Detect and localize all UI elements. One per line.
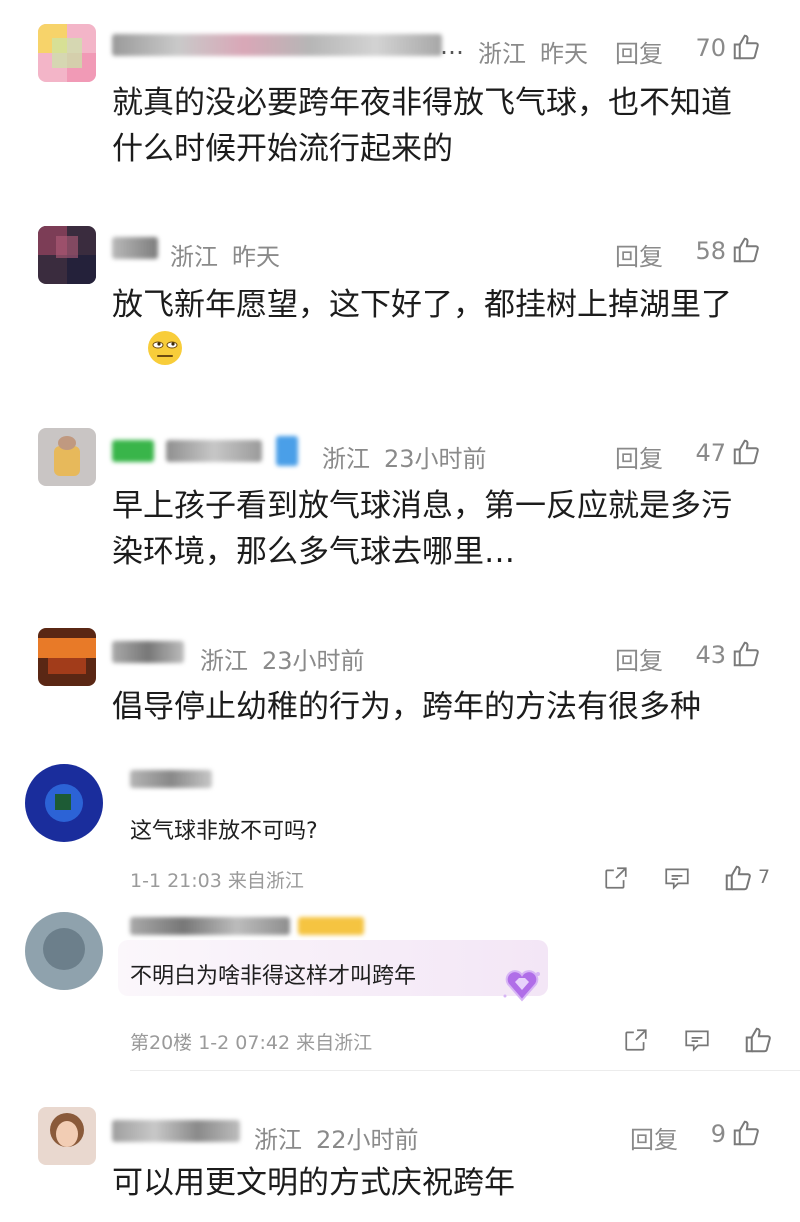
comment-time: 昨天 <box>540 40 588 68</box>
comment-time: 22小时前 <box>316 1126 419 1154</box>
avatar[interactable] <box>38 1107 96 1165</box>
reply-button[interactable]: 回复 <box>615 237 663 272</box>
reply-button[interactable]: 回复 <box>630 1120 678 1155</box>
like-count[interactable]: 43 <box>680 641 726 669</box>
thumb-up-icon[interactable] <box>731 437 761 467</box>
comment-text: 不明白为啥非得这样才叫跨年 <box>130 964 417 989</box>
like-count[interactable]: 47 <box>680 439 726 467</box>
badge-icon <box>112 440 154 462</box>
comment-time: 23小时前 <box>262 647 365 675</box>
share-icon[interactable] <box>603 865 629 891</box>
avatar[interactable] <box>25 912 103 990</box>
member-badge <box>298 917 364 935</box>
thumb-up-icon[interactable] <box>731 1118 761 1148</box>
avatar[interactable] <box>38 428 96 486</box>
avatar[interactable] <box>38 628 96 686</box>
reply-button[interactable]: 回复 <box>615 439 663 474</box>
share-icon[interactable] <box>623 1027 649 1053</box>
comment-text: 倡导停止幼稚的行为，跨年的方法有很多种 <box>112 689 701 725</box>
comment-text: 放飞新年愿望，这下好了，都挂树上掉湖里了 <box>112 287 732 323</box>
thumb-up-icon[interactable] <box>731 32 761 62</box>
reply-button[interactable]: 回复 <box>615 641 663 676</box>
avatar[interactable] <box>25 764 103 842</box>
username-blurred[interactable] <box>130 917 290 935</box>
heart-gem-icon <box>503 970 540 1002</box>
comment-meta: 1-1 21:03 来自浙江 <box>130 870 304 892</box>
comment-text: 早上孩子看到放气球消息，第一反应就是多污染环境，那么多气球去哪里… <box>112 488 732 570</box>
comment-location: 浙江 <box>322 445 370 473</box>
like-count[interactable]: 58 <box>680 237 726 265</box>
comment-icon[interactable] <box>663 865 691 891</box>
comment-location: 浙江 <box>478 40 526 68</box>
username-blurred[interactable] <box>130 770 212 788</box>
comment-text: 可以用更文明的方式庆祝跨年 <box>112 1165 515 1201</box>
comment-location: 浙江 <box>200 647 248 675</box>
avatar[interactable] <box>38 24 96 82</box>
username-ellipsis: … <box>440 32 464 60</box>
username-blurred[interactable] <box>166 440 262 462</box>
rolling-eyes-emoji-icon <box>148 331 182 365</box>
reply-button[interactable]: 回复 <box>615 34 663 69</box>
username-blurred[interactable] <box>112 237 158 259</box>
thumb-up-icon[interactable] <box>731 235 761 265</box>
thumb-up-icon[interactable] <box>723 863 753 893</box>
comment-text: 就真的没必要跨年夜非得放飞气球，也不知道什么时候开始流行起来的 <box>112 85 732 167</box>
vip-icon <box>276 436 298 466</box>
comment-location: 浙江 <box>254 1126 302 1154</box>
comment-meta: 第20楼 1-2 07:42 来自浙江 <box>130 1032 373 1054</box>
comment-text: 这气球非放不可吗? <box>130 819 318 844</box>
like-count[interactable]: 70 <box>680 34 726 62</box>
username-blurred[interactable] <box>112 1120 240 1142</box>
comment-icon[interactable] <box>683 1027 711 1053</box>
thumb-up-icon[interactable] <box>743 1025 773 1055</box>
comment-time: 昨天 <box>232 243 280 271</box>
divider <box>130 1070 800 1071</box>
like-count[interactable]: 9 <box>690 1120 726 1148</box>
username-blurred[interactable] <box>112 641 184 663</box>
comment-location: 浙江 <box>170 243 218 271</box>
avatar[interactable] <box>38 226 96 284</box>
comment-time: 23小时前 <box>384 445 487 473</box>
like-count[interactable]: 7 <box>758 866 770 888</box>
thumb-up-icon[interactable] <box>731 639 761 669</box>
username-blurred[interactable] <box>112 34 442 56</box>
